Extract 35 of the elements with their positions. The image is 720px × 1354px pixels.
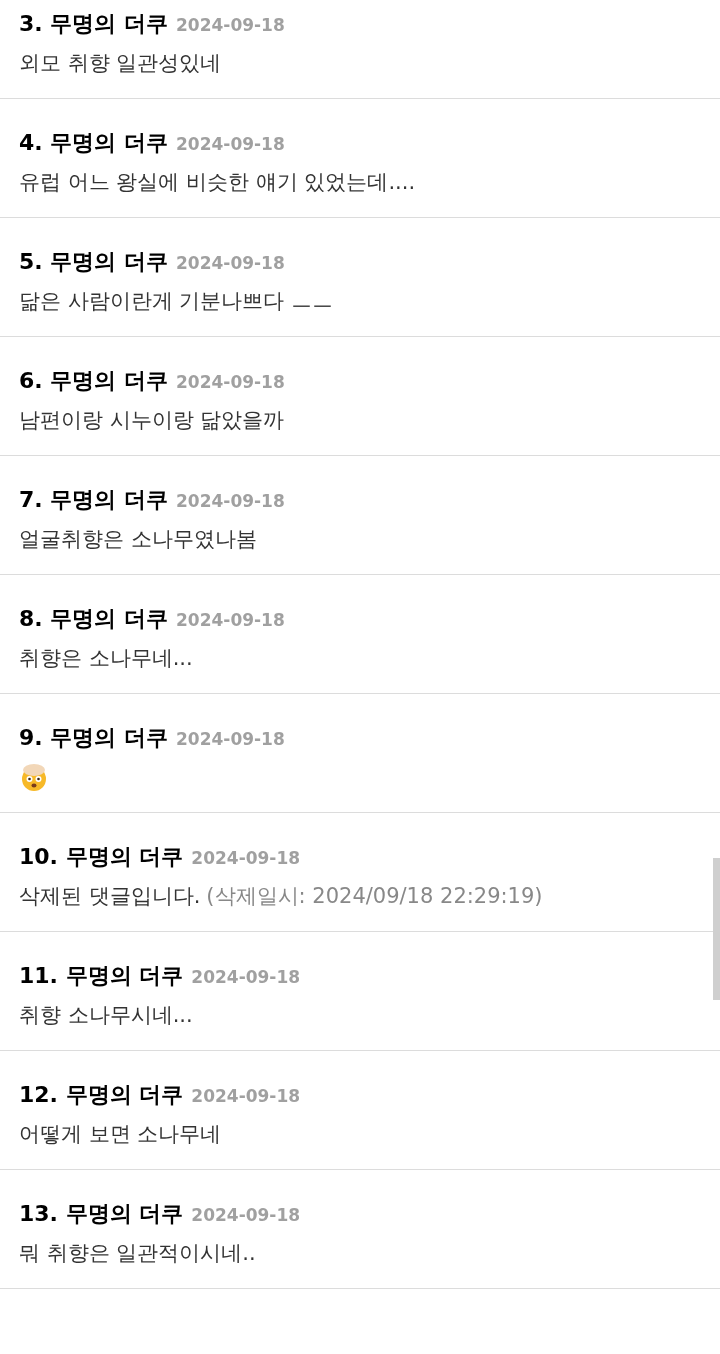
comment-date: 2024-09-18 xyxy=(176,371,285,394)
comment-text: 닮은 사람이란게 기분나쁘다 ㅡㅡ xyxy=(19,288,335,314)
comment-author: 11. 무명의 더쿠 xyxy=(19,962,184,990)
comment-author: 12. 무명의 더쿠 xyxy=(19,1081,184,1109)
comment-author: 4. 무명의 더쿠 xyxy=(19,129,168,157)
comment-author: 8. 무명의 더쿠 xyxy=(19,605,168,633)
comment-date: 2024-09-18 xyxy=(191,1204,301,1227)
comment-text: 외모 취향 일관성있네 xyxy=(19,50,223,76)
comment-author: 13. 무명의 더쿠 xyxy=(19,1200,184,1228)
comment-text: 남편이랑 시누이랑 닮았을까 xyxy=(19,407,286,433)
comment-author: 6. 무명의 더쿠 xyxy=(19,367,168,395)
comment-date: 2024-09-18 xyxy=(191,1085,301,1108)
comment-text: 유럽 어느 왕실에 비슷한 얘기 있었는데.... xyxy=(19,169,417,195)
comment-date: 2024-09-18 xyxy=(191,847,301,870)
comment-text: 취향은 소나무네... xyxy=(19,645,194,671)
comment-date: 2024-09-18 xyxy=(176,133,285,156)
exploding-head-emoji-icon xyxy=(19,762,49,792)
comment-text: 어떻게 보면 소나무네 xyxy=(19,1121,223,1147)
comment-author: 10. 무명의 더쿠 xyxy=(19,843,184,871)
scrollbar[interactable] xyxy=(713,858,720,1000)
comment-author: 9. 무명의 더쿠 xyxy=(19,724,168,752)
comment-date: 2024-09-18 xyxy=(176,609,285,632)
comment-date: 2024-09-18 xyxy=(176,728,285,751)
comment-text: 얼굴취향은 소나무였나봄 xyxy=(19,526,258,552)
comment-date: 2024-09-18 xyxy=(176,14,285,37)
comment-date: 2024-09-18 xyxy=(176,252,285,275)
comment-date: 2024-09-18 xyxy=(176,490,285,513)
comment-author: 7. 무명의 더쿠 xyxy=(19,486,168,514)
comment-text: 뭐 취향은 일관적이시네.. xyxy=(19,1240,257,1266)
comment-author: 5. 무명의 더쿠 xyxy=(19,248,168,276)
comment-date: 2024-09-18 xyxy=(191,966,301,989)
deleted-comment-text: 삭제된 댓글입니다. xyxy=(19,883,201,909)
deletion-time: (삭제일시: 2024/09/18 22:29:19) xyxy=(206,883,543,909)
comment-author: 3. 무명의 더쿠 xyxy=(19,10,168,38)
comment-text: 취향 소나무시네... xyxy=(19,1002,194,1028)
